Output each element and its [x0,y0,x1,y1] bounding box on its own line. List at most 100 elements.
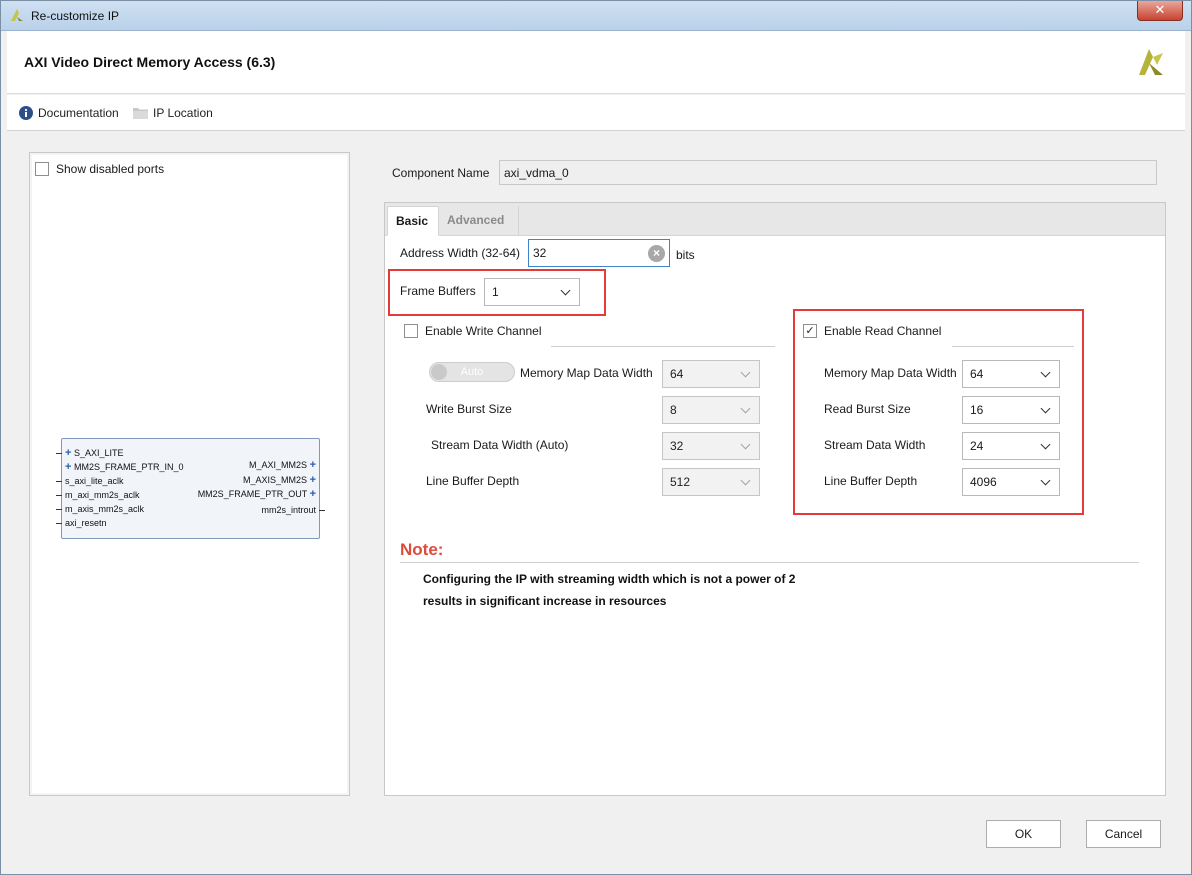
auto-toggle[interactable]: Auto [429,362,515,382]
ip-title: AXI Video Direct Memory Access (6.3) [24,54,276,70]
chevron-down-icon [560,285,571,296]
port-stub [56,481,62,482]
port-stub [319,510,325,511]
read-mm-data-width-value: 64 [970,367,984,381]
read-burst-size-label: Read Burst Size [824,402,911,416]
write-mm-data-width-value: 64 [670,367,684,381]
read-stream-width-label: Stream Data Width [824,438,926,452]
read-stream-width-select[interactable]: 24 [962,432,1060,460]
frame-buffers-label: Frame Buffers [400,284,476,298]
read-line-buffer-value: 4096 [970,475,997,489]
chevron-down-icon [1040,367,1051,378]
port-s-axi-lite-aclk: s_axi_lite_aclk [65,476,124,486]
port-m-axi-mm2s-aclk: m_axi_mm2s_aclk [65,490,140,500]
title-bar: Re-customize IP ✕ [1,1,1191,31]
read-burst-size-value: 16 [970,403,984,417]
port-m-axis-mm2s: M_AXIS_MM2S + [243,474,316,486]
read-line-buffer-label: Line Buffer Depth [824,474,918,488]
frame-buffers-value: 1 [492,285,499,299]
enable-read-channel-checkbox[interactable]: ✓ [803,324,817,338]
port-stub [56,509,62,510]
chevron-down-icon [740,367,751,378]
note-line-1: Configuring the IP with streaming width … [423,572,796,586]
xilinx-logo-icon [11,9,23,21]
read-burst-size-select[interactable]: 16 [962,396,1060,424]
chevron-down-icon [740,403,751,414]
port-m-axis-mm2s-aclk: m_axis_mm2s_aclk [65,504,145,514]
show-disabled-ports-checkbox[interactable] [35,162,49,176]
read-line-buffer-select[interactable]: 4096 [962,468,1060,496]
write-line-buffer-select[interactable]: 512 [662,468,760,496]
chevron-down-icon [1040,439,1051,450]
checkmark-icon: ✓ [805,324,815,337]
window-title: Re-customize IP [31,9,120,23]
note-title: Note: [400,540,444,559]
port-mm2s-frame-ptr-out: MM2S_FRAME_PTR_OUT + [197,488,316,500]
ip-symbol-panel: Show disabled ports + S_AXI_LITE + MM2S_… [29,152,350,796]
enable-read-channel-label: Enable Read Channel [824,324,942,338]
address-width-label: Address Width (32-64) [400,246,521,260]
info-icon [19,106,33,120]
ip-location-link[interactable]: IP Location [133,106,213,120]
port-mm2s-frame-ptr-in: + MM2S_FRAME_PTR_IN_0 [65,461,184,473]
write-burst-size-label: Write Burst Size [426,402,512,416]
address-width-field[interactable]: 32 × [528,239,670,267]
dialog-header: AXI Video Direct Memory Access (6.3) [7,31,1185,94]
tab-basic[interactable]: Basic [387,206,439,236]
ip-location-label: IP Location [153,106,213,120]
write-channel-divider [551,346,775,347]
component-name-label: Component Name [392,166,490,180]
note-divider [400,562,1139,563]
component-name-field[interactable]: axi_vdma_0 [499,160,1157,185]
read-mm-data-width-select[interactable]: 64 [962,360,1060,388]
chevron-down-icon [740,439,751,450]
write-stream-width-select[interactable]: 32 [662,432,760,460]
note-line-2: results in significant increase in resou… [423,594,667,608]
read-mm-data-width-label: Memory Map Data Width [824,366,957,380]
write-stream-width-value: 32 [670,439,684,453]
write-burst-size-select[interactable]: 8 [662,396,760,424]
chevron-down-icon [1040,475,1051,486]
enable-read-channel-row[interactable]: ✓ Enable Read Channel [803,324,941,338]
enable-write-channel-checkbox[interactable] [404,324,418,338]
ok-button[interactable]: OK [986,820,1061,848]
documentation-link[interactable]: Documentation [19,106,119,120]
show-disabled-ports-label: Show disabled ports [56,162,165,176]
toggle-knob [431,364,447,380]
tab-strip: Basic Advanced [385,203,1165,236]
close-button[interactable]: ✕ [1137,1,1183,21]
read-stream-width-value: 24 [970,439,984,453]
write-mm-data-width-select[interactable]: 64 [662,360,760,388]
xilinx-logo-icon [1139,49,1163,75]
auto-toggle-label: Auto [460,366,484,378]
write-mm-data-width-label: Memory Map Data Width [520,366,653,380]
port-mm2s-introut: mm2s_introut [261,505,316,515]
cancel-button[interactable]: Cancel [1086,820,1161,848]
write-line-buffer-value: 512 [670,475,691,489]
port-axi-resetn: axi_resetn [65,518,107,528]
write-line-buffer-label: Line Buffer Depth [426,474,520,488]
documentation-label: Documentation [38,106,119,120]
ip-block-symbol: + S_AXI_LITE + MM2S_FRAME_PTR_IN_0 s_axi… [56,438,325,539]
show-disabled-ports-row[interactable]: Show disabled ports [35,162,164,176]
chevron-down-icon [1040,403,1051,414]
close-icon: ✕ [1154,2,1166,17]
write-burst-size-value: 8 [670,403,677,417]
clear-icon[interactable]: × [648,245,665,262]
write-stream-width-label: Stream Data Width (Auto) [431,438,569,452]
folder-icon [133,108,148,119]
tab-advanced[interactable]: Advanced [439,206,519,236]
toolbar: Documentation IP Location [7,95,1185,131]
port-stub [56,453,62,454]
port-stub [56,523,62,524]
enable-write-channel-label: Enable Write Channel [425,324,542,338]
read-channel-divider [952,346,1074,347]
port-stub [56,495,62,496]
frame-buffers-select[interactable]: 1 [484,278,580,306]
enable-write-channel-row[interactable]: Enable Write Channel [404,324,542,338]
bits-label: bits [676,248,695,262]
port-m-axi-mm2s: M_AXI_MM2S + [249,459,316,471]
config-tabs: Basic Advanced Address Width (32-64) 32 … [384,202,1166,796]
port-s-axi-lite: + S_AXI_LITE [65,447,124,459]
dialog-content: Show disabled ports + S_AXI_LITE + MM2S_… [7,132,1185,872]
